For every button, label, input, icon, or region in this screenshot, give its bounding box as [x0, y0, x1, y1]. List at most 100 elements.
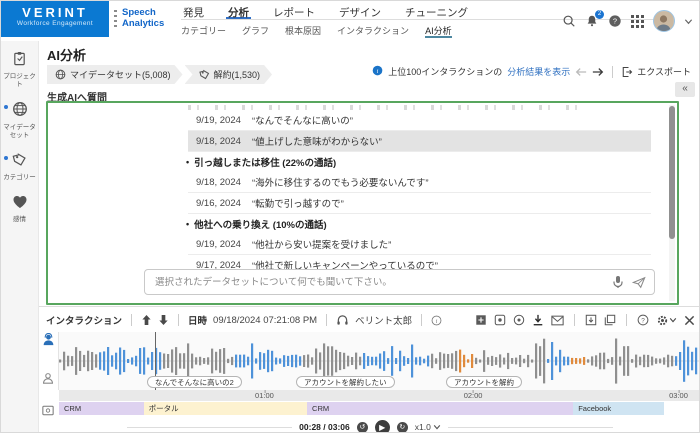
next-interaction-icon[interactable] — [158, 314, 169, 326]
chip-label: 解約(1,530) — [214, 68, 261, 81]
search-icon[interactable] — [562, 14, 576, 28]
svg-text:?: ? — [613, 17, 617, 26]
help-icon[interactable]: ? — [608, 14, 622, 28]
fullscreen-icon[interactable] — [475, 314, 487, 326]
quote-row[interactable]: 9/18, 2024 “海外に移住するのでもう必要ないんです” — [188, 172, 651, 193]
email-icon[interactable] — [551, 315, 564, 326]
chevron-down-icon[interactable] — [684, 17, 693, 26]
screen-capture-icon[interactable] — [494, 314, 506, 326]
waveform-annotation[interactable]: アカウントを解約したい — [296, 376, 395, 388]
chip-churn[interactable]: 解約(1,530) — [185, 65, 273, 84]
quote-row[interactable]: 9/19, 2024 “なんでそんなに高いの” — [188, 110, 651, 131]
collapse-panel-button[interactable]: « — [675, 82, 695, 97]
quote-date: 9/18, 2024 — [188, 177, 252, 188]
time-ruler[interactable]: 01:0002:0003:00 — [59, 390, 700, 401]
user-avatar[interactable] — [653, 10, 675, 32]
timeline-segment[interactable]: Facebook — [573, 402, 664, 415]
download-icon[interactable] — [532, 314, 544, 326]
product-line2: Analytics — [122, 18, 164, 29]
chip-my-dataset[interactable]: マイデータセット(5,008) — [47, 65, 183, 84]
sidebar-label: プロジェクト — [1, 73, 39, 88]
tab-discover[interactable]: 発見 — [181, 3, 206, 19]
timeline-segment[interactable]: CRM — [307, 402, 573, 415]
waveform-annotation[interactable]: なんでそんなに高いの2 — [147, 376, 242, 388]
next-arrow-icon[interactable] — [592, 67, 604, 77]
copy-icon[interactable] — [604, 314, 616, 326]
quote-date: 9/19, 2024 — [188, 115, 252, 126]
total-time: 03:06 — [328, 422, 350, 432]
quote-row[interactable]: 9/19, 2024 “他社から安い提案を受けました” — [188, 234, 651, 255]
reason-header: 引っ越しまたは移住 (22%の通話) — [188, 152, 651, 172]
app-grid-icon[interactable] — [631, 15, 644, 28]
sidebar-item-my-dataset[interactable]: マイデータセット — [1, 101, 39, 139]
mic-icon[interactable] — [612, 275, 624, 289]
quote-row[interactable]: 9/16, 2024 “転勤で引っ越すので” — [188, 193, 651, 214]
sidebar-item-projects[interactable]: プロジェクト — [1, 51, 39, 88]
player-title: インタラクション — [46, 313, 122, 327]
product-line1: Speech — [122, 7, 164, 18]
customer-speaker-icon[interactable] — [42, 371, 54, 389]
quote-text: “値上げした意味がわからない” — [252, 134, 382, 148]
subtab-ai-analysis[interactable]: AI分析 — [425, 24, 452, 38]
quote-row-selected[interactable]: 9/18, 2024 “値上げした意味がわからない” — [188, 131, 651, 152]
export-button[interactable]: エクスポート — [621, 65, 691, 78]
agent-speaker-icon[interactable] — [42, 333, 55, 351]
divider — [127, 427, 292, 428]
active-dot — [4, 105, 8, 109]
playback-speed-button[interactable]: x1.0 — [415, 422, 441, 432]
subtab-root-cause[interactable]: 根本原因 — [285, 24, 321, 38]
tab-reports[interactable]: レポート — [271, 3, 317, 19]
timeline-segment[interactable]: ポータル — [144, 402, 307, 415]
current-time: 00:28 — [299, 422, 321, 432]
timeline-segments: CRMポータルCRMFacebook — [59, 402, 664, 415]
left-sidebar: プロジェクト マイデータセット カテゴリー 感情 — [1, 41, 39, 433]
subtab-categories[interactable]: カテゴリー — [181, 24, 226, 38]
tab-design[interactable]: デザイン — [337, 3, 383, 19]
product-name: Speech Analytics — [122, 7, 164, 29]
divider — [626, 314, 627, 326]
app-window: VERINT Workforce Engagement Speech Analy… — [0, 0, 700, 433]
target-icon[interactable] — [513, 314, 525, 326]
waveform-area[interactable]: なんでそんなに高いの2 アカウントを解約したい アカウントを解約 — [59, 332, 699, 390]
waveform-annotation[interactable]: アカウントを解約 — [446, 376, 522, 388]
settings-gear-icon[interactable] — [656, 314, 677, 327]
prev-interaction-icon[interactable] — [141, 314, 152, 326]
svg-text:i: i — [377, 68, 379, 75]
interaction-player: インタラクション 日時 09/18/2024 07:21:08 PM ベリント太… — [39, 306, 700, 433]
waveform-zone: なんでそんなに高いの2 アカウントを解約したい アカウントを解約 — [39, 332, 700, 390]
chat-results: 9/19, 2024 “なんでそんなに高いの” 9/18, 2024 “値上げし… — [188, 105, 651, 276]
show-analysis-link[interactable]: 分析結果を表示 — [507, 65, 570, 78]
page-title: AI分析 — [47, 45, 86, 64]
close-icon[interactable] — [684, 315, 695, 326]
quote-date: 9/19, 2024 — [188, 239, 252, 250]
interaction-info-icon[interactable]: i — [431, 315, 442, 326]
sidebar-item-sentiment[interactable]: 感情 — [1, 195, 39, 224]
chat-scrollbar[interactable] — [669, 105, 675, 301]
export-window-icon[interactable] — [585, 314, 597, 326]
notifications-bell-icon[interactable]: 2 — [585, 14, 599, 28]
prev-arrow-icon[interactable] — [575, 67, 587, 77]
verint-logo[interactable]: VERINT Workforce Engagement — [1, 1, 109, 37]
player-header: インタラクション 日時 09/18/2024 07:21:08 PM ベリント太… — [46, 311, 695, 329]
subtab-interactions[interactable]: インタラクション — [337, 24, 409, 38]
divider — [178, 314, 179, 326]
sidebar-label: マイデータセット — [1, 124, 39, 139]
play-button[interactable]: ▶ — [375, 420, 390, 433]
tab-analyze[interactable]: 分析 — [226, 3, 251, 19]
sidebar-item-categories[interactable]: カテゴリー — [1, 152, 39, 182]
quote-date: 9/16, 2024 — [188, 198, 252, 209]
divider — [612, 66, 613, 78]
skip-back-button[interactable]: ↺ — [357, 422, 368, 433]
send-icon[interactable] — [632, 275, 646, 289]
subtab-graph[interactable]: グラフ — [242, 24, 269, 38]
scrollbar-thumb[interactable] — [669, 106, 675, 239]
drag-handle-icon — [114, 10, 117, 28]
chat-input[interactable] — [145, 270, 654, 294]
divider — [448, 427, 613, 428]
svg-text:i: i — [436, 317, 438, 324]
skip-forward-button[interactable]: ↻ — [397, 422, 408, 433]
tab-tuning[interactable]: チューニング — [403, 3, 470, 19]
sidebar-label: 感情 — [1, 216, 39, 224]
player-help-icon[interactable]: ? — [637, 314, 649, 326]
timeline-segment[interactable]: CRM — [59, 402, 144, 415]
